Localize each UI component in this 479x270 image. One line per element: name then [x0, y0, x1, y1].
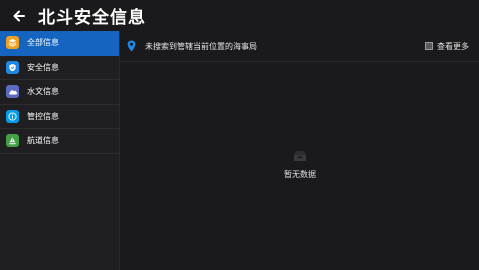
back-button[interactable]: [4, 0, 34, 31]
sidebar: 全部信息 安全信息 水文信息 管控信息 航道信息: [0, 31, 120, 270]
arrow-left-icon: [13, 10, 25, 21]
sidebar-item-safety-info[interactable]: 安全信息: [0, 56, 119, 80]
page-title: 北斗安全信息: [38, 8, 146, 28]
checkbox-icon: [425, 42, 433, 50]
sidebar-item-label: 全部信息: [27, 38, 59, 48]
main-content: 未搜索到管辖当前位置的海事局 查看更多 暂无数据: [121, 31, 479, 270]
sidebar-item-all-info[interactable]: 全部信息: [0, 31, 119, 56]
view-more-label: 查看更多: [437, 41, 469, 51]
empty-state: 暂无数据: [121, 149, 479, 180]
layers-icon: [6, 36, 19, 50]
app-header: 北斗安全信息: [0, 0, 479, 31]
info-icon: [6, 109, 19, 123]
cloud-icon: [6, 85, 19, 99]
ship-icon: [6, 134, 19, 148]
sidebar-item-label: 航道信息: [27, 136, 59, 146]
sidebar-item-label: 水文信息: [27, 87, 59, 97]
sidebar-item-label: 管控信息: [27, 111, 59, 121]
sidebar-item-control-info[interactable]: 管控信息: [0, 105, 119, 129]
sidebar-item-hydrology-info[interactable]: 水文信息: [0, 80, 119, 105]
sidebar-item-channel-info[interactable]: 航道信息: [0, 129, 119, 154]
location-status-text: 未搜索到管辖当前位置的海事局: [145, 41, 257, 51]
location-bar: 未搜索到管辖当前位置的海事局 查看更多: [121, 31, 479, 62]
shield-icon: [6, 60, 19, 74]
empty-state-text: 暂无数据: [284, 170, 316, 179]
view-more-button[interactable]: 查看更多: [425, 41, 469, 52]
empty-inbox-icon: [294, 151, 306, 161]
location-pin-icon: [127, 40, 137, 52]
sidebar-item-label: 安全信息: [27, 62, 59, 72]
